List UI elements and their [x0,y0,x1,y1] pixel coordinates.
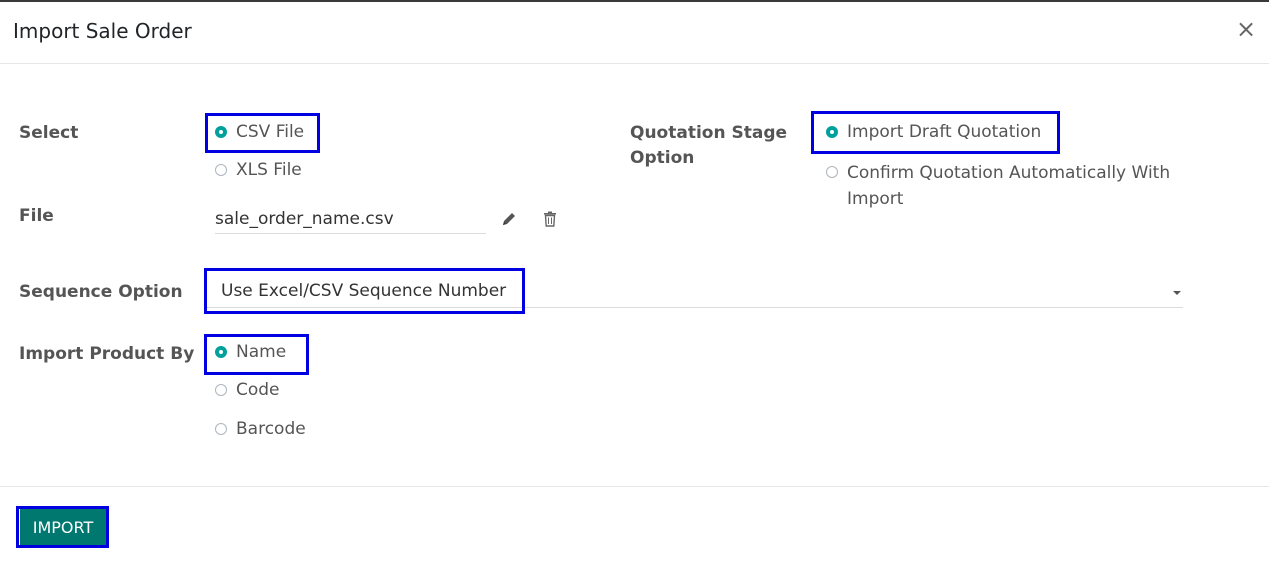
highlight-box-sequence [204,268,525,314]
radio-label: XLS File [236,160,302,180]
label-line: Import [847,189,904,209]
label-line: Option [630,148,695,168]
radio-label: Confirm Quotation Automatically With Imp… [847,160,1170,212]
radio-barcode[interactable]: Barcode [215,419,306,439]
label-line: Quotation Stage [630,123,788,143]
file-name-field[interactable]: sale_order_name.csv [215,205,486,234]
highlight-box-draft-quotation [811,111,1060,154]
radio-xls-file[interactable]: XLS File [215,160,302,180]
radio-confirm-quotation[interactable]: Confirm Quotation Automatically With Imp… [826,160,1170,212]
select-label: Select [19,123,79,143]
sequence-option-label: Sequence Option [19,282,183,302]
radio-circle [826,166,838,178]
dialog-header: Import Sale Order × [0,2,1269,64]
quotation-stage-label: Quotation Stage Option [630,121,787,171]
radio-label: Barcode [236,419,306,439]
radio-code[interactable]: Code [215,380,280,400]
dialog-title: Import Sale Order [13,19,192,43]
highlight-box-name [204,334,309,375]
dialog-footer [0,486,1269,576]
caret-down-icon[interactable] [1173,291,1181,295]
radio-label: Code [236,380,280,400]
radio-circle [215,384,227,396]
label-line: Confirm Quotation Automatically With [847,163,1171,183]
radio-circle [215,164,227,176]
pencil-icon[interactable] [501,211,517,231]
highlight-box-import [16,506,109,548]
trash-icon[interactable] [543,211,557,231]
file-label: File [19,206,54,226]
close-icon[interactable]: × [1236,17,1256,41]
highlight-box-csv [205,113,320,153]
radio-circle [215,423,227,435]
import-product-by-label: Import Product By [19,344,195,364]
